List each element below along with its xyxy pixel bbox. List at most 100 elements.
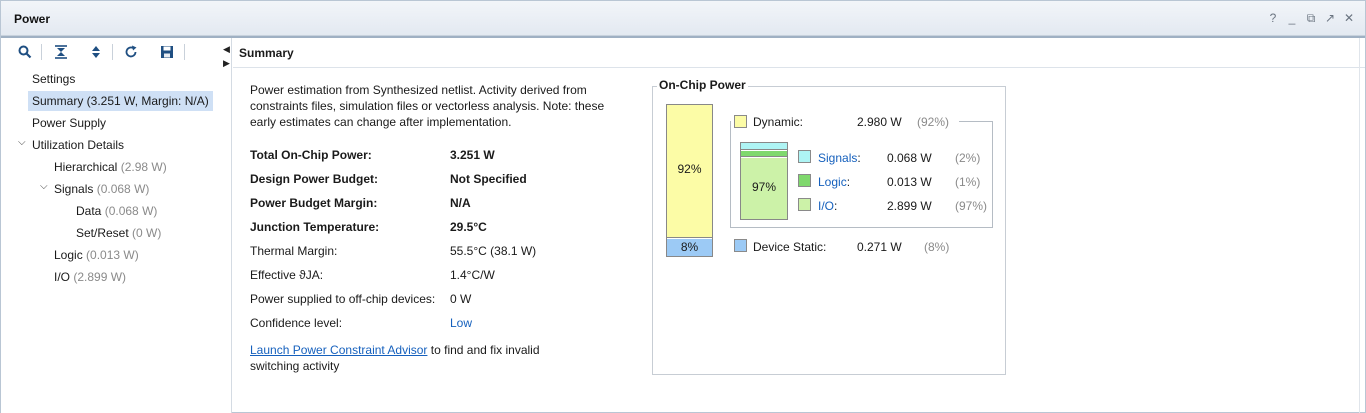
minimize-button[interactable]: _ bbox=[1286, 11, 1298, 25]
row-key: Total On-Chip Power: bbox=[250, 148, 372, 162]
device-static-percent: (8%) bbox=[924, 240, 950, 254]
close-button[interactable]: ✕ bbox=[1343, 11, 1355, 25]
row-key: Junction Temperature: bbox=[250, 220, 380, 234]
help-button[interactable]: ? bbox=[1267, 11, 1279, 25]
io-value: 2.899 W bbox=[887, 199, 932, 213]
maximize-button[interactable]: ↗ bbox=[1324, 11, 1336, 25]
toolbar-separator bbox=[184, 44, 185, 60]
summary-title: Summary bbox=[239, 46, 294, 60]
tree-item-value: (2.899 W) bbox=[73, 270, 127, 284]
row-value: 29.5°C bbox=[450, 220, 487, 234]
device-static-label: Device Static: bbox=[753, 240, 827, 254]
toolbar-separator bbox=[41, 44, 42, 60]
on-chip-power-title: On-Chip Power bbox=[657, 78, 748, 92]
io-label: I/O: bbox=[818, 199, 838, 213]
io-bar-label: 97% bbox=[751, 180, 777, 194]
tree-item-set-reset[interactable]: Set/Reset (0 W) bbox=[76, 223, 161, 243]
tree-item-value: (0.068 W) bbox=[96, 182, 150, 196]
logic-link[interactable]: Logic bbox=[818, 175, 847, 189]
io-legend-row: I/O: 2.899 W (97%) bbox=[818, 198, 998, 214]
row-key: Power supplied to off-chip devices: bbox=[250, 292, 436, 306]
confidence-level-link[interactable]: Low bbox=[450, 315, 472, 331]
tree-item-value: (0 W) bbox=[132, 226, 162, 240]
save-icon[interactable] bbox=[157, 42, 177, 62]
device-static-legend-row: Device Static: 0.271 W (8%) bbox=[753, 239, 993, 255]
tree-item-power-supply[interactable]: Power Supply bbox=[32, 113, 106, 133]
logic-percent: (1%) bbox=[955, 175, 981, 189]
row-key: Thermal Margin: bbox=[250, 244, 338, 258]
tree-item-value: (0.068 W) bbox=[104, 204, 158, 218]
static-bar-label: 8% bbox=[680, 240, 699, 254]
tree-item-utilization-details[interactable]: Utilization Details bbox=[32, 135, 124, 155]
tree-item-label: Utilization Details bbox=[32, 138, 125, 152]
logic-label: Logic: bbox=[818, 175, 851, 189]
io-swatch bbox=[798, 198, 811, 211]
row-value: 3.251 W bbox=[450, 148, 495, 162]
tree-item-data[interactable]: Data (0.068 W) bbox=[76, 201, 157, 221]
tree-item-label: Data bbox=[76, 204, 102, 218]
power-stacked-bar: 92% 8% bbox=[666, 104, 713, 257]
expand-pane-icon[interactable]: ▶ bbox=[223, 58, 230, 69]
device-static-value: 0.271 W bbox=[857, 240, 902, 254]
tree-item-label: Summary (3.251 W, Margin: N/A) bbox=[32, 94, 209, 108]
tree-item-label: Set/Reset bbox=[76, 226, 129, 240]
collapse-all-icon[interactable] bbox=[51, 42, 71, 62]
tree-item-value: (0.013 W) bbox=[86, 248, 139, 262]
signals-swatch bbox=[798, 150, 811, 163]
float-button[interactable]: ⧉ bbox=[1305, 11, 1317, 25]
expand-all-icon[interactable] bbox=[86, 42, 106, 62]
tree-item-hierarchical[interactable]: Hierarchical (2.98 W) bbox=[54, 157, 167, 177]
tree-item-value: (2.98 W) bbox=[120, 160, 167, 174]
signals-bar-segment bbox=[741, 143, 787, 150]
device-static-swatch bbox=[734, 239, 747, 252]
logic-bar-segment bbox=[741, 151, 787, 157]
tree-item-label: Signals bbox=[54, 182, 94, 196]
tree-item-summary[interactable]: Summary (3.251 W, Margin: N/A) bbox=[28, 91, 213, 111]
tree-item-signals[interactable]: Signals (0.068 W) bbox=[54, 179, 149, 199]
row-value: N/A bbox=[450, 196, 471, 210]
tree-item-label: Settings bbox=[32, 72, 76, 86]
tree-item-label: Hierarchical bbox=[54, 160, 118, 174]
tree-toolbar: ◀ ▶ bbox=[1, 38, 232, 69]
summary-header: Summary bbox=[233, 38, 1365, 68]
row-value: Not Specified bbox=[450, 172, 527, 186]
logic-swatch bbox=[798, 174, 811, 187]
toolbar-separator bbox=[112, 44, 113, 60]
chevron-down-icon[interactable]: ⌵ bbox=[40, 181, 48, 192]
refresh-icon[interactable] bbox=[121, 42, 141, 62]
io-link[interactable]: I/O bbox=[818, 199, 834, 213]
row-value: 55.5°C (38.1 W) bbox=[450, 244, 537, 258]
row-key: Design Power Budget: bbox=[250, 172, 379, 186]
logic-legend-row: Logic: 0.013 W (1%) bbox=[818, 174, 998, 190]
io-percent: (97%) bbox=[955, 199, 988, 213]
row-key: Confidence level: bbox=[250, 316, 343, 330]
signals-percent: (2%) bbox=[955, 151, 981, 165]
title-bar: Power ? _ ⧉ ↗ ✕ bbox=[1, 1, 1365, 36]
signals-link[interactable]: Signals bbox=[818, 151, 857, 165]
tree-item-io[interactable]: I/O (2.899 W) bbox=[54, 267, 126, 287]
tree-item-label: I/O bbox=[54, 270, 71, 284]
collapse-pane-icon[interactable]: ◀ bbox=[223, 44, 230, 55]
search-icon[interactable] bbox=[15, 42, 35, 62]
tree-item-label: Logic bbox=[54, 248, 83, 262]
dynamic-breakdown-bar: 97% bbox=[740, 142, 788, 220]
row-key: Power Budget Margin: bbox=[250, 196, 378, 210]
static-bar-segment: 8% bbox=[667, 239, 712, 256]
window-title: Power bbox=[14, 12, 51, 26]
tree-item-logic[interactable]: Logic (0.013 W) bbox=[54, 245, 139, 265]
signals-label: Signals: bbox=[818, 151, 861, 165]
summary-intro: Power estimation from Synthesized netlis… bbox=[250, 83, 605, 129]
chevron-down-icon[interactable]: ⌵ bbox=[18, 137, 26, 148]
dynamic-bar-label: 92% bbox=[677, 162, 702, 176]
scrollbar[interactable] bbox=[1359, 38, 1365, 413]
tree-item-label: Power Supply bbox=[32, 116, 107, 130]
tree-item-settings[interactable]: Settings bbox=[32, 69, 75, 89]
dynamic-bar-segment: 92% bbox=[667, 105, 712, 238]
on-chip-power-panel: On-Chip Power 92% 8% Dynamic: 2.980 W (9… bbox=[652, 78, 1006, 375]
window-controls: ? _ ⧉ ↗ ✕ bbox=[1267, 11, 1355, 25]
io-bar-segment: 97% bbox=[741, 158, 787, 219]
signals-legend-row: Signals: 0.068 W (2%) bbox=[818, 150, 998, 166]
row-value: 1.4°C/W bbox=[450, 268, 495, 282]
launch-power-constraint-advisor-link[interactable]: Launch Power Constraint Advisor bbox=[250, 343, 427, 357]
logic-value: 0.013 W bbox=[887, 175, 932, 189]
